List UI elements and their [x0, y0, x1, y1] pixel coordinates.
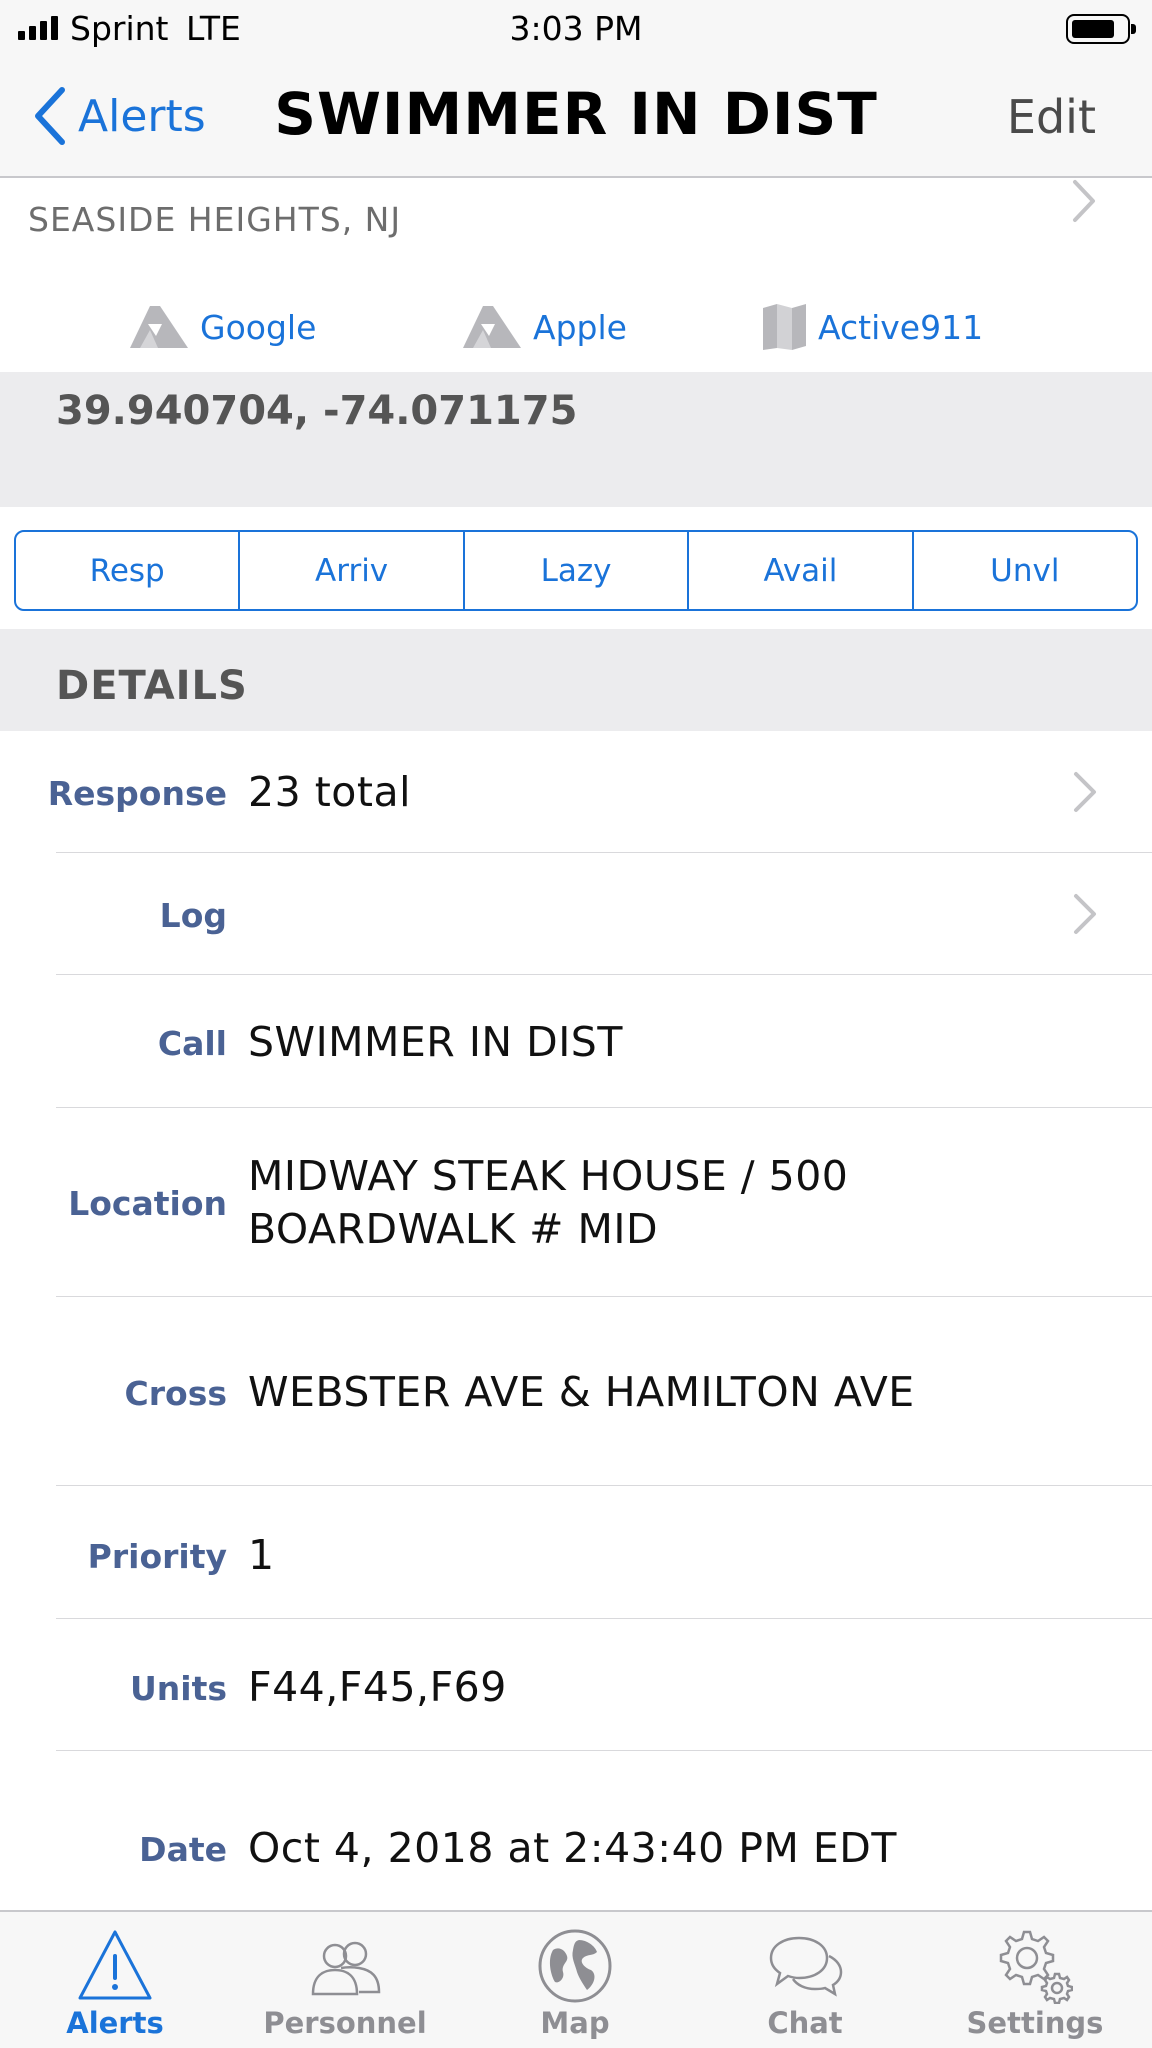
detail-label: Call: [157, 1024, 227, 1063]
chevron-right-icon: [1074, 894, 1096, 934]
detail-value: 1: [248, 1531, 275, 1579]
chevron-right-icon: [1074, 772, 1096, 812]
globe-icon: [538, 1929, 612, 2003]
city-label: SEASIDE HEIGHTS, NJ: [28, 200, 402, 239]
detail-row-units: Units F44,F45,F69: [0, 1619, 1152, 1751]
detail-value: MIDWAY STEAK HOUSE / 500 BOARDWALK # MID: [248, 1152, 849, 1253]
tab-settings[interactable]: Settings: [920, 1912, 1150, 2048]
google-maps-link[interactable]: Google: [126, 302, 316, 352]
unavailable-button[interactable]: Unvl: [914, 532, 1136, 609]
map-fold-icon: [463, 306, 521, 348]
edit-button[interactable]: Edit: [1007, 90, 1096, 144]
detail-label: Priority: [87, 1537, 227, 1576]
tab-chat[interactable]: Chat: [690, 1912, 920, 2048]
detail-row-date: Date Oct 4, 2018 at 2:43:40 PM EDT: [0, 1751, 1152, 1910]
apple-maps-label: Apple: [533, 307, 627, 347]
details-section-header: DETAILS: [0, 629, 1152, 731]
detail-row-cross: Cross WEBSTER AVE & HAMILTON AVE: [0, 1297, 1152, 1486]
tab-label: Personnel: [263, 2006, 427, 2040]
status-time: 3:03 PM: [509, 9, 643, 48]
details-title: DETAILS: [56, 663, 248, 709]
chevron-right-icon: [1073, 180, 1095, 222]
respond-button[interactable]: Resp: [16, 532, 241, 609]
detail-value: Oct 4, 2018 at 2:43:40 PM EDT: [248, 1824, 897, 1872]
coordinates: 39.940704, -74.071175: [56, 388, 578, 434]
active911-map-link[interactable]: Active911: [760, 302, 983, 352]
people-icon: [311, 1941, 381, 1996]
tab-map[interactable]: Map: [460, 1912, 690, 2048]
detail-value: SWIMMER IN DIST: [248, 1018, 623, 1066]
tab-personnel[interactable]: Personnel: [230, 1912, 460, 2048]
tab-label: Chat: [767, 2006, 843, 2040]
detail-label: Location: [68, 1184, 227, 1223]
detail-value: F44,F45,F69: [248, 1663, 507, 1711]
coordinates-block: 39.940704, -74.071175: [0, 372, 1152, 507]
page-title: SWIMMER IN DIST: [274, 80, 878, 148]
response-segmented-control: Resp Arriv Lazy Avail Unvl: [14, 530, 1138, 611]
detail-row-location: Location MIDWAY STEAK HOUSE / 500 BOARDW…: [0, 1108, 1152, 1297]
detail-row-log[interactable]: Log: [0, 853, 1152, 975]
tab-alerts[interactable]: Alerts: [0, 1912, 230, 2048]
lazy-button[interactable]: Lazy: [465, 532, 690, 609]
google-maps-label: Google: [200, 307, 317, 347]
map-fold-icon: [130, 306, 188, 348]
detail-row-call: Call SWIMMER IN DIST: [0, 975, 1152, 1108]
detail-label: Cross: [124, 1374, 227, 1413]
tab-label: Alerts: [66, 2006, 164, 2040]
detail-value: 23 total: [248, 768, 411, 816]
gear-icon: [999, 1930, 1073, 2004]
detail-label: Date: [139, 1830, 227, 1869]
detail-value: WEBSTER AVE & HAMILTON AVE: [248, 1368, 915, 1416]
map-links-row: Google Apple Active911: [0, 280, 1152, 372]
detail-label: Response: [47, 774, 227, 813]
battery-icon: [1066, 14, 1136, 44]
map-icon: [763, 304, 806, 350]
status-bar: Sprint LTE 3:03 PM: [0, 0, 1152, 58]
detail-row-priority: Priority 1: [0, 1486, 1152, 1619]
apple-maps-link[interactable]: Apple: [459, 302, 627, 352]
active911-map-label: Active911: [818, 307, 984, 347]
arrived-button[interactable]: Arriv: [240, 532, 465, 609]
detail-label: Units: [129, 1669, 227, 1708]
tab-bar: Alerts Personnel Map Chat Settings: [0, 1910, 1152, 2048]
navigation-bar: Alerts SWIMMER IN DIST Edit: [0, 58, 1152, 178]
tab-label: Map: [540, 2006, 610, 2040]
available-button[interactable]: Avail: [689, 532, 914, 609]
city-row[interactable]: SEASIDE HEIGHTS, NJ: [0, 180, 1152, 270]
detail-label: Log: [159, 896, 227, 935]
alert-triangle-icon: [78, 1930, 152, 2000]
chat-bubbles-icon: [769, 1936, 843, 1997]
tab-label: Settings: [966, 2006, 1104, 2040]
detail-row-response[interactable]: Response 23 total: [0, 731, 1152, 853]
